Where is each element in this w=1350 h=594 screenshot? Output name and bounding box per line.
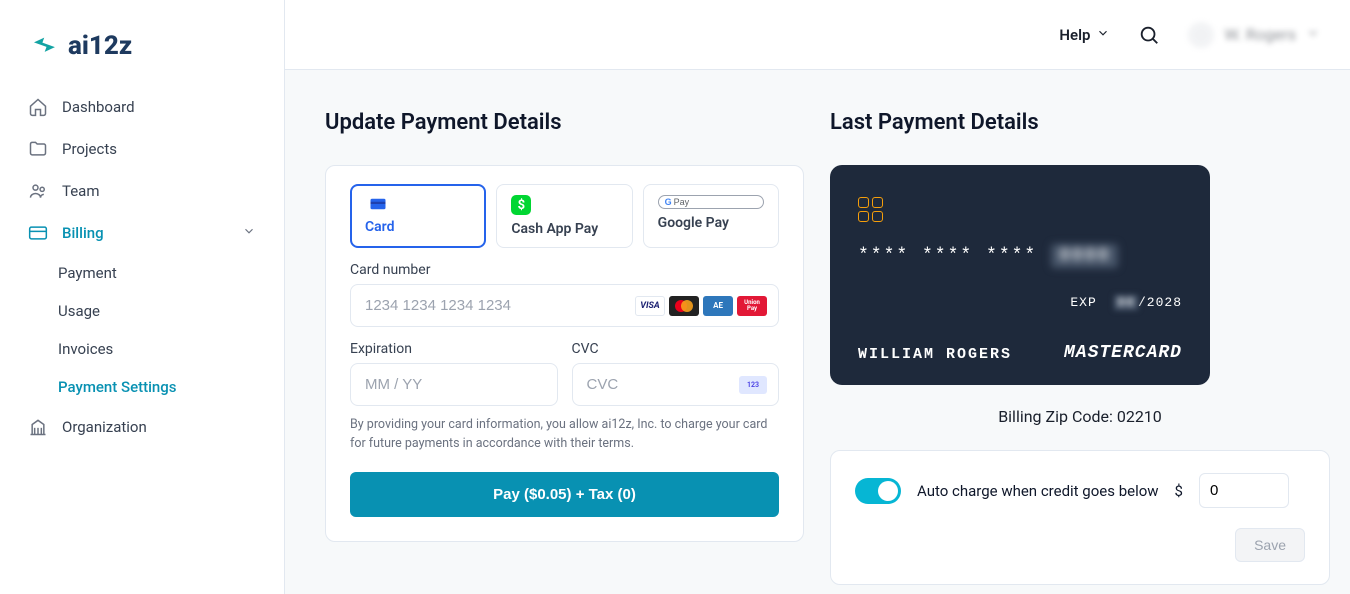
pay-button[interactable]: Pay ($0.05) + Tax (0) — [350, 472, 779, 517]
sidebar-label: Projects — [62, 140, 117, 158]
method-label: Cash App Pay — [511, 221, 617, 237]
avatar — [1188, 22, 1214, 48]
sidebar-subitem-payment-settings[interactable]: Payment Settings — [0, 368, 284, 406]
google-pay-icon: GPay — [658, 195, 764, 209]
update-payment-panel: Card $ Cash App Pay GPay Google Pay Card… — [325, 165, 804, 542]
help-label: Help — [1059, 26, 1090, 44]
card-chip-icon — [858, 197, 886, 222]
chevron-down-icon — [1096, 26, 1110, 44]
header: Help W. Rogers — [285, 0, 1350, 70]
sidebar-label: Dashboard — [62, 98, 135, 116]
card-icon — [28, 223, 48, 243]
sidebar-label: Organization — [62, 418, 147, 436]
method-label: Card — [365, 219, 471, 235]
sidebar-subitem-usage[interactable]: Usage — [0, 292, 284, 330]
update-payment-title: Update Payment Details — [325, 110, 804, 135]
card-number-display: **** **** **** 0000 — [858, 244, 1182, 268]
card-brand-label: MASTERCARD — [1064, 343, 1182, 363]
sidebar: ai12z Dashboard Projects Team — [0, 0, 285, 594]
payment-method-cashapp[interactable]: $ Cash App Pay — [496, 184, 632, 248]
cvc-label: CVC — [572, 341, 780, 357]
last-payment-title: Last Payment Details — [830, 110, 1330, 135]
chevron-down-icon — [242, 224, 256, 242]
save-button[interactable]: Save — [1235, 528, 1305, 562]
sidebar-subitem-invoices[interactable]: Invoices — [0, 330, 284, 368]
card-expiry-display: EXP 00/2028 — [1070, 295, 1182, 310]
currency-symbol: $ — [1175, 482, 1183, 500]
billing-zip: Billing Zip Code: 02210 — [830, 407, 1330, 426]
logo-icon — [28, 30, 60, 62]
user-name: W. Rogers — [1224, 25, 1296, 44]
threshold-input[interactable] — [1199, 473, 1289, 508]
sidebar-subitem-payment[interactable]: Payment — [0, 254, 284, 292]
home-icon — [28, 97, 48, 117]
sidebar-item-organization[interactable]: Organization — [0, 406, 284, 448]
chevron-down-icon — [1306, 25, 1320, 44]
visa-icon: VISA — [635, 296, 665, 316]
user-menu[interactable]: W. Rogers — [1188, 22, 1320, 48]
auto-charge-panel: Auto charge when credit goes below $ Sav… — [830, 450, 1330, 585]
amex-icon: AE — [703, 296, 733, 316]
sidebar-item-projects[interactable]: Projects — [0, 128, 284, 170]
auto-charge-label: Auto charge when credit goes below — [917, 482, 1159, 500]
sidebar-item-billing[interactable]: Billing — [0, 212, 284, 254]
sidebar-label: Team — [62, 182, 100, 200]
logo: ai12z — [0, 30, 284, 86]
expiration-label: Expiration — [350, 341, 558, 357]
auto-charge-toggle[interactable] — [855, 478, 901, 504]
card-icon — [365, 195, 391, 213]
method-label: Google Pay — [658, 215, 764, 231]
card-number-label: Card number — [350, 262, 779, 278]
payment-method-card[interactable]: Card — [350, 184, 486, 248]
unionpay-icon: UnionPay — [737, 296, 767, 316]
card-visual: **** **** **** 0000 EXP 00/2028 WILLIAM … — [830, 165, 1210, 385]
brand-name: ai12z — [68, 31, 132, 61]
sidebar-item-team[interactable]: Team — [0, 170, 284, 212]
help-menu[interactable]: Help — [1059, 26, 1110, 44]
organization-icon — [28, 417, 48, 437]
sidebar-item-dashboard[interactable]: Dashboard — [0, 86, 284, 128]
expiration-input[interactable] — [350, 363, 558, 406]
folder-icon — [28, 139, 48, 159]
team-icon — [28, 181, 48, 201]
mastercard-icon — [669, 296, 699, 316]
cvc-icon: 123 — [739, 376, 767, 394]
sidebar-label: Billing — [62, 224, 104, 242]
cardholder-name: WILLIAM ROGERS — [858, 346, 1012, 363]
payment-method-gpay[interactable]: GPay Google Pay — [643, 184, 779, 248]
search-icon[interactable] — [1138, 24, 1160, 46]
disclaimer-text: By providing your card information, you … — [350, 416, 779, 454]
cashapp-icon: $ — [511, 195, 531, 215]
card-brand-icons: VISA AE UnionPay — [635, 296, 767, 316]
